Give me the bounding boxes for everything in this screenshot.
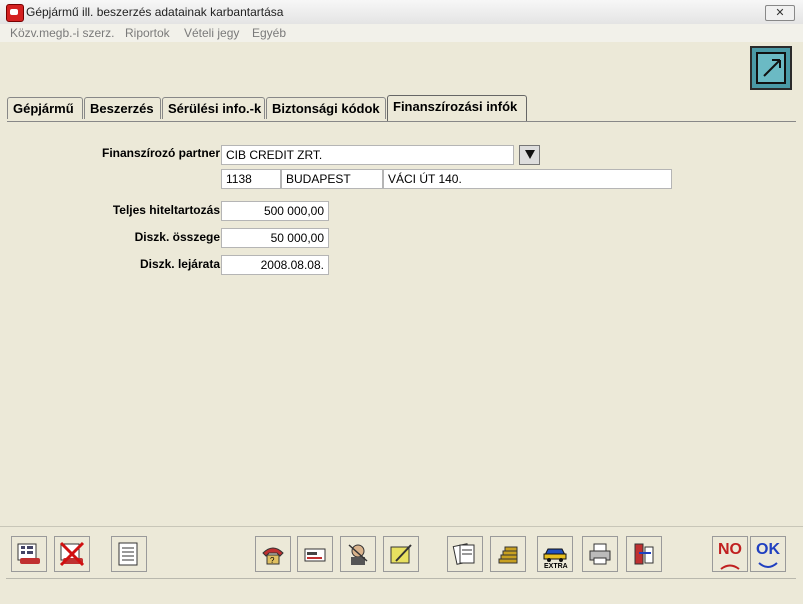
new-vehicle-button[interactable] — [11, 536, 47, 572]
ok-label: OK — [756, 541, 780, 558]
svg-text:?: ? — [270, 556, 275, 565]
city-field[interactable]: BUDAPEST — [281, 169, 383, 189]
menu-item-egyeb[interactable]: Egyéb — [252, 26, 286, 40]
extra-button[interactable]: EXTRA — [537, 536, 573, 572]
tool-area — [0, 42, 803, 94]
status-bar — [6, 578, 796, 597]
coins-icon — [498, 546, 518, 564]
tab-beszerzes[interactable]: Beszerzés — [84, 97, 161, 119]
tab-gepjarmu[interactable]: Gépjármű — [7, 97, 83, 119]
extra-label: EXTRA — [544, 563, 568, 570]
person-button[interactable] — [340, 536, 376, 572]
ok-button[interactable]: OK — [750, 536, 786, 572]
documents-icon — [452, 543, 475, 565]
total-debt-field[interactable]: 500 000,00 — [221, 201, 329, 221]
card-button[interactable] — [297, 536, 333, 572]
partner-dropdown-button[interactable] — [519, 145, 540, 165]
card-icon — [304, 548, 326, 562]
transfer-icon — [634, 543, 654, 565]
transfer-button[interactable] — [626, 536, 662, 572]
frown-icon — [720, 564, 740, 570]
delete-vehicle-button[interactable] — [54, 536, 90, 572]
disc-expiry-field[interactable]: 2008.08.08. — [221, 255, 329, 275]
edit-icon — [756, 52, 786, 84]
zip-field[interactable]: 1138 — [221, 169, 281, 189]
print-button[interactable] — [582, 536, 618, 572]
person-icon — [348, 544, 368, 565]
disc-expiry-label: Diszk. lejárata — [139, 257, 220, 271]
delete-vehicle-icon — [59, 541, 85, 567]
tab-biztonsagi-kodok[interactable]: Biztonsági kódok — [266, 97, 386, 119]
sign-button[interactable] — [383, 536, 419, 572]
partner-name-field[interactable]: CIB CREDIT ZRT. — [221, 145, 514, 165]
tab-serulesi-infok[interactable]: Sérülési info.-k — [162, 97, 265, 119]
app-icon — [6, 4, 24, 22]
no-label: NO — [718, 541, 742, 558]
close-button[interactable]: ✕ — [765, 5, 795, 21]
money-button[interactable] — [490, 536, 526, 572]
tab-finanszirozasi-infok[interactable]: Finanszírozási infók — [387, 95, 527, 121]
total-debt-label: Teljes hiteltartozás — [112, 203, 220, 217]
window-title: Gépjármű ill. beszerzés adatainak karban… — [26, 5, 284, 19]
printer-icon — [589, 543, 611, 565]
title-bar: Gépjármű ill. beszerzés adatainak karban… — [0, 0, 803, 25]
phone-icon: ? — [262, 547, 284, 565]
vehicle-list-icon — [17, 543, 40, 564]
menu-item-kozv-megb[interactable]: Közv.megb.-i szerz. — [10, 26, 114, 40]
disc-amount-field[interactable]: 50 000,00 — [221, 228, 329, 248]
disc-amount-label: Diszk. összege — [134, 230, 220, 244]
edit-button[interactable] — [750, 46, 792, 90]
address-field[interactable]: VÁCI ÚT 140. — [383, 169, 672, 189]
list-report-button[interactable] — [111, 536, 147, 572]
menu-bar: Közv.megb.-i szerz. Riportok Vételi jegy… — [0, 24, 803, 42]
no-button[interactable]: NO — [712, 536, 748, 572]
menu-item-riportok[interactable]: Riportok — [125, 26, 170, 40]
pen-icon — [390, 544, 412, 564]
partner-label: Finanszírozó partner — [101, 146, 220, 160]
documents-button[interactable] — [447, 536, 483, 572]
report-list-icon — [118, 542, 138, 566]
smile-icon — [758, 562, 778, 568]
phone-button[interactable]: ? — [255, 536, 291, 572]
menu-item-veteli-jegy[interactable]: Vételi jegy — [184, 26, 239, 40]
